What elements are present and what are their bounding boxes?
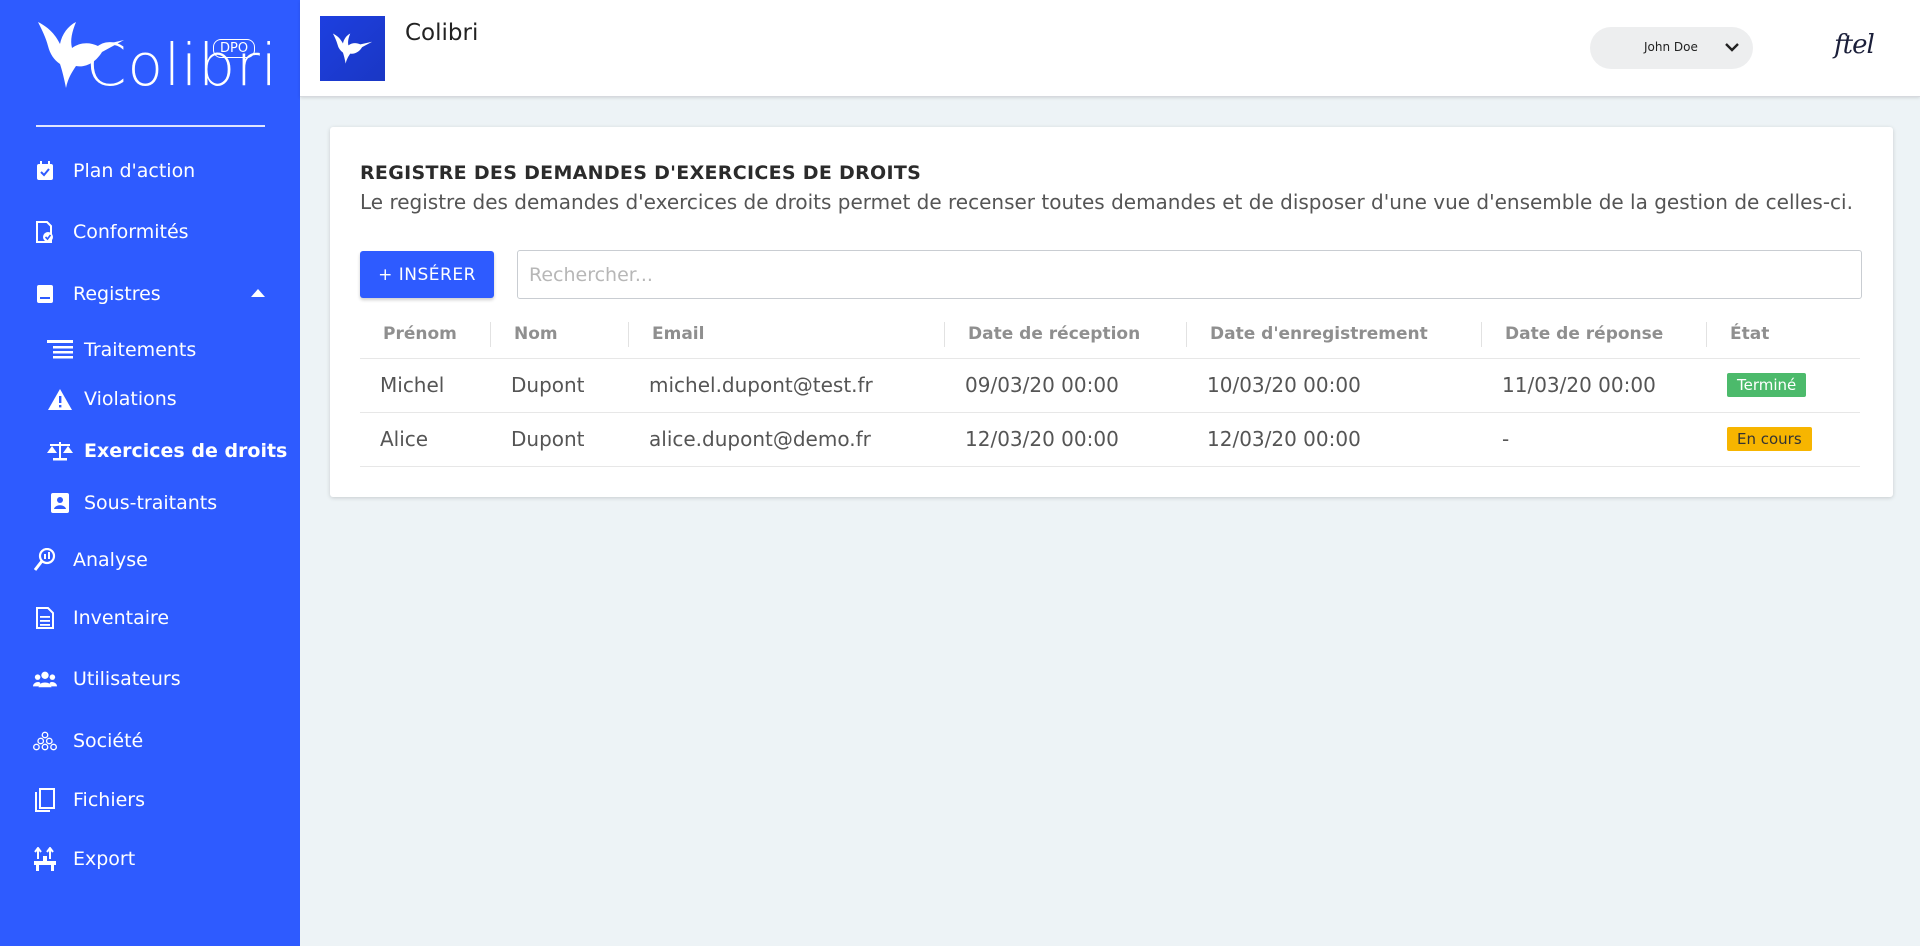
cell-nom: Dupont [511,373,585,397]
brand-badge: DPO [213,39,256,58]
warning-icon [47,387,73,411]
cell-date-reponse: - [1502,427,1510,451]
sidebar-item-export[interactable]: Export [0,839,300,879]
card-description: Le registre des demandes d'exercices de … [360,190,1853,214]
status-badge: Terminé [1727,373,1807,397]
column-separator [490,322,491,347]
sidebar-item-societe[interactable]: Société [0,721,300,761]
scale-icon [47,439,73,463]
analysis-icon [33,548,57,572]
sidebar: Colibri DPO Plan d'action Conformités Re… [0,0,300,946]
company-icon [33,729,57,753]
table-row[interactable]: Alice Dupont alice.dupont@demo.fr 12/03/… [360,413,1860,467]
sidebar-item-conformites[interactable]: Conformités [0,212,300,252]
cell-date-reception: 12/03/20 00:00 [965,427,1119,451]
column-header-date-reception[interactable]: Date de réception [968,324,1140,344]
sidebar-item-sous-traitants[interactable]: Sous-traitants [0,483,300,523]
sidebar-item-utilisateurs[interactable]: Utilisateurs [0,659,300,699]
cell-date-enregistrement: 12/03/20 00:00 [1207,427,1361,451]
sidebar-divider [36,125,265,127]
sidebar-item-fichiers[interactable]: Fichiers [0,780,300,820]
sidebar-item-registres[interactable]: Registres [0,274,300,314]
user-name: John Doe [1644,40,1698,54]
sidebar-item-exercices-droits[interactable]: Exercices de droits [0,431,300,471]
app-logo[interactable] [320,16,385,81]
document-check-icon [33,220,57,244]
column-header-nom[interactable]: Nom [514,324,558,344]
list-icon [47,338,73,362]
sidebar-item-violations[interactable]: Violations [0,379,300,419]
status-badge: En cours [1727,427,1812,451]
requests-table: Prénom Nom Email Date de réception Date … [360,310,1860,467]
registry-card: REGISTRE DES DEMANDES D'EXERCICES DE DRO… [330,127,1893,497]
cell-date-enregistrement: 10/03/20 00:00 [1207,373,1361,397]
users-icon [33,667,57,691]
column-separator [944,322,945,347]
column-separator [1186,322,1187,347]
column-header-date-enregistrement[interactable]: Date d'enregistrement [1210,324,1428,344]
hummingbird-icon [332,32,372,64]
sidebar-item-inventaire[interactable]: Inventaire [0,598,300,638]
files-icon [33,788,57,812]
column-header-etat[interactable]: État [1730,324,1769,344]
cell-nom: Dupont [511,427,585,451]
column-header-date-reponse[interactable]: Date de réponse [1505,324,1663,344]
contact-card-icon [47,491,73,515]
brand-logo[interactable]: Colibri DPO [36,16,277,106]
caret-up-icon [251,289,265,297]
book-icon [33,282,57,306]
cell-email: michel.dupont@test.fr [649,373,873,397]
column-separator [1706,322,1707,347]
card-title: REGISTRE DES DEMANDES D'EXERCICES DE DRO… [360,162,922,184]
insert-button[interactable]: + INSÉRER [360,251,494,298]
cell-email: alice.dupont@demo.fr [649,427,871,451]
calendar-check-icon [33,159,57,183]
cell-prenom: Alice [380,427,429,451]
sidebar-item-analyse[interactable]: Analyse [0,540,300,580]
page-title: Colibri [405,20,479,46]
cell-prenom: Michel [380,373,445,397]
table-row[interactable]: Michel Dupont michel.dupont@test.fr 09/0… [360,359,1860,413]
user-menu-button[interactable]: John Doe [1590,27,1753,69]
sidebar-item-traitements[interactable]: Traitements [0,330,300,370]
column-separator [1481,322,1482,347]
cell-date-reponse: 11/03/20 00:00 [1502,373,1656,397]
cell-date-reception: 09/03/20 00:00 [965,373,1119,397]
search-input[interactable] [517,250,1862,299]
partner-logo: ftel [1834,30,1875,60]
column-header-prenom[interactable]: Prénom [383,324,457,344]
column-header-email[interactable]: Email [652,324,704,344]
inventory-icon [33,606,57,630]
table-header: Prénom Nom Email Date de réception Date … [360,310,1860,359]
top-bar: Colibri John Doe ftel [300,0,1920,97]
column-separator [628,322,629,347]
sidebar-item-plan-action[interactable]: Plan d'action [0,151,300,191]
export-icon [33,847,57,871]
chevron-down-icon [1725,43,1739,52]
